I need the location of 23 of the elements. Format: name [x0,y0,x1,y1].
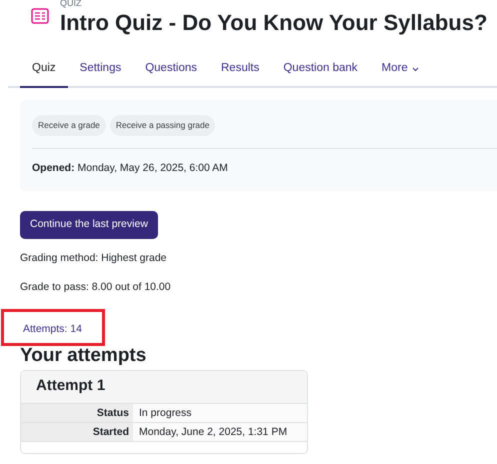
nav-tab[interactable]: Results [209,52,272,88]
continue-button[interactable]: Continue the last preview [20,210,158,238]
section-heading: Your attempts [20,344,148,368]
nav-tab[interactable]: Question bank [271,52,370,88]
kicker: QUIZ [60,0,82,8]
chevron-down-icon [412,66,419,72]
nav-tab[interactable]: Quiz [20,52,68,88]
info-text: Grade to pass: 8.00 out of 10.00 [20,282,172,292]
nav-tab[interactable]: More [370,52,431,88]
completion-badge: Receive a passing grade [110,115,216,136]
page-title: Intro Quiz - Do You Know Your Syllabus? [60,9,488,37]
opened-date: Opened: Monday, May 26, 2025, 6:00 AM [32,160,229,176]
row-label: Status [21,404,133,422]
nav-tab[interactable]: Settings [68,52,134,88]
completion-badge: Receive a grade [32,115,106,136]
row-value: Monday, June 2, 2025, 1:31 PM [138,424,288,440]
attempts-link[interactable]: Attempts: 14 [23,322,82,338]
row-value: In progress [138,406,192,420]
attempt-title: Attempt 1 [21,370,307,404]
quiz-icon [31,8,49,24]
info-text: Grading method: Highest grade [20,252,168,264]
nav-tab[interactable]: Questions [133,52,209,88]
row-label: Started [21,422,133,440]
